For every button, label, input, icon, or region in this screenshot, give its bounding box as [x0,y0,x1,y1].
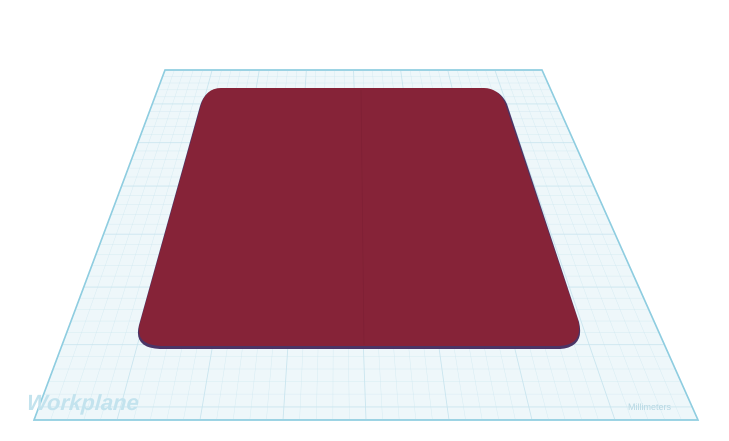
units-label[interactable]: Millimeters [628,402,672,412]
workplane-label: Workplane [26,390,140,415]
scene-canvas[interactable]: Workplane Millimeters [0,0,729,441]
3d-viewport[interactable]: Workplane Millimeters [0,0,729,441]
